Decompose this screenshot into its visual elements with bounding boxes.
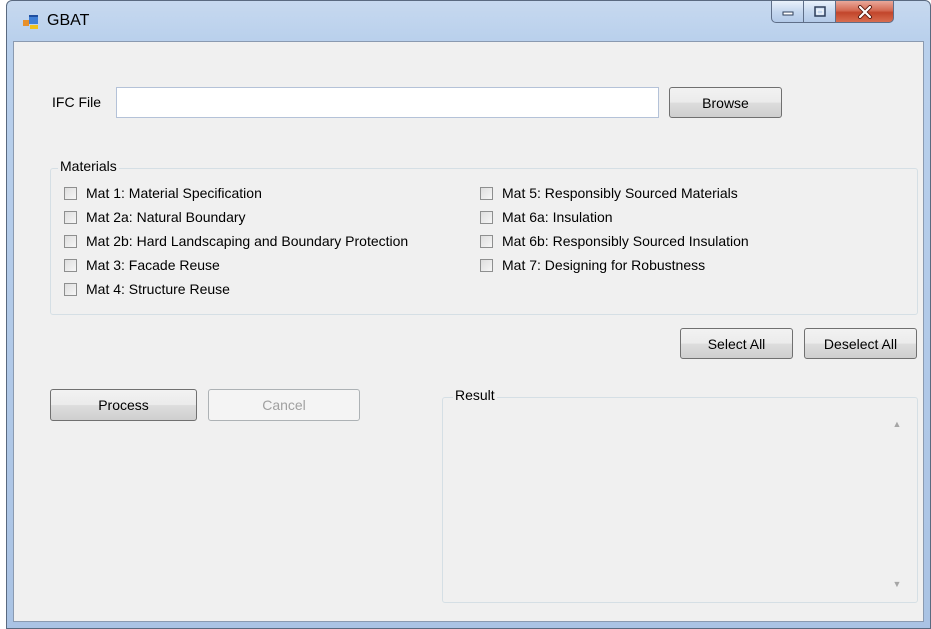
browse-button[interactable]: Browse	[669, 87, 782, 118]
material-checkbox-label: Mat 1: Material Specification	[86, 185, 262, 201]
result-scrollbar[interactable]: ▲ ▼	[887, 410, 909, 598]
material-checkbox-row[interactable]: Mat 2a: Natural Boundary	[64, 207, 246, 227]
material-checkbox-label: Mat 3: Facade Reuse	[86, 257, 220, 273]
cancel-button[interactable]: Cancel	[208, 389, 360, 421]
close-icon	[857, 4, 872, 19]
material-checkbox-label: Mat 2b: Hard Landscaping and Boundary Pr…	[86, 233, 409, 249]
result-textarea[interactable]	[450, 410, 885, 598]
materials-group-label: Materials	[58, 158, 119, 174]
client-area: IFC File Browse Materials Select All Des…	[13, 41, 924, 622]
maximize-button[interactable]	[804, 1, 836, 23]
maximize-icon	[813, 5, 826, 17]
process-button[interactable]: Process	[50, 389, 197, 421]
material-checkbox-label: Mat 4: Structure Reuse	[86, 281, 230, 297]
scroll-up-icon[interactable]: ▲	[887, 414, 907, 434]
material-checkbox-row[interactable]: Mat 4: Structure Reuse	[64, 279, 230, 299]
material-checkbox-row[interactable]: Mat 5: Responsibly Sourced Materials	[480, 183, 738, 203]
checkbox-icon[interactable]	[64, 282, 77, 296]
select-all-button[interactable]: Select All	[680, 328, 793, 359]
deselect-all-button[interactable]: Deselect All	[804, 328, 917, 359]
material-checkbox-label: Mat 6b: Responsibly Sourced Insulation	[502, 233, 749, 249]
material-checkbox-label: Mat 5: Responsibly Sourced Materials	[502, 185, 738, 201]
material-checkbox-row[interactable]: Mat 3: Facade Reuse	[64, 255, 220, 275]
window-title: GBAT	[47, 12, 90, 29]
material-checkbox-label: Mat 7: Designing for Robustness	[502, 257, 706, 273]
checkbox-icon[interactable]	[480, 234, 493, 248]
checkbox-icon[interactable]	[480, 186, 493, 200]
material-checkbox-row[interactable]: Mat 7: Designing for Robustness	[480, 255, 705, 275]
title-bar[interactable]: GBAT	[7, 1, 930, 41]
material-checkbox-row[interactable]: Mat 2b: Hard Landscaping and Boundary Pr…	[64, 231, 408, 251]
checkbox-icon[interactable]	[480, 258, 493, 272]
ifc-file-label: IFC File	[52, 94, 101, 110]
material-checkbox-label: Mat 2a: Natural Boundary	[86, 209, 246, 225]
material-checkbox-label: Mat 6a: Insulation	[502, 209, 613, 225]
result-group-label: Result	[453, 387, 497, 403]
minimize-button[interactable]	[771, 1, 804, 23]
checkbox-icon[interactable]	[64, 210, 77, 224]
material-checkbox-row[interactable]: Mat 6b: Responsibly Sourced Insulation	[480, 231, 749, 251]
close-button[interactable]	[836, 1, 894, 23]
checkbox-icon[interactable]	[64, 258, 77, 272]
checkbox-icon[interactable]	[64, 234, 77, 248]
app-form-icon	[23, 14, 39, 30]
material-checkbox-row[interactable]: Mat 6a: Insulation	[480, 207, 613, 227]
scroll-down-icon[interactable]: ▼	[887, 574, 907, 594]
gbat-window: GBAT IFC File Browse Materials Select Al…	[6, 0, 931, 629]
material-checkbox-row[interactable]: Mat 1: Material Specification	[64, 183, 262, 203]
checkbox-icon[interactable]	[64, 186, 77, 200]
minimize-icon	[782, 11, 793, 15]
ifc-file-input[interactable]	[116, 87, 659, 118]
checkbox-icon[interactable]	[480, 210, 493, 224]
